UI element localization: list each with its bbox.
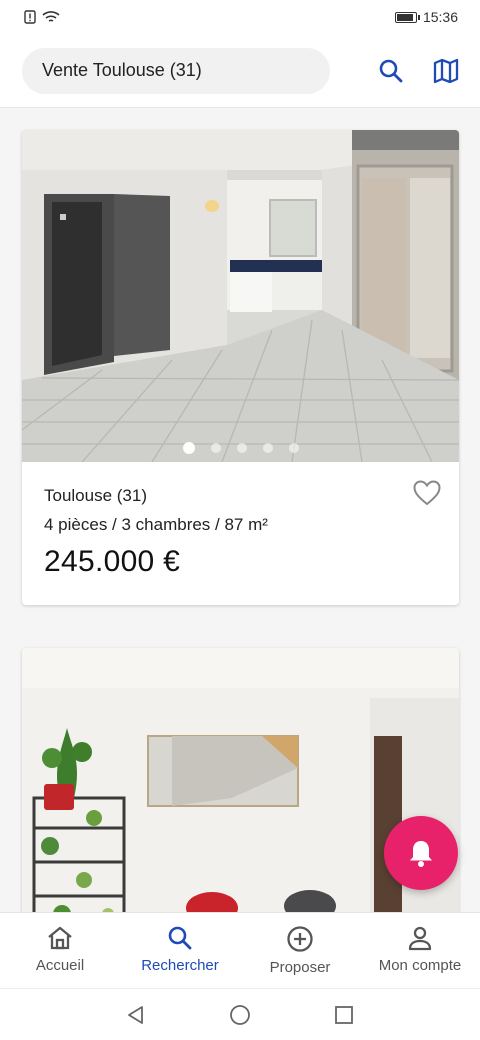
map-icon[interactable] (432, 57, 460, 85)
search-header: Vente Toulouse (31) (0, 34, 480, 108)
nav-label: Mon compte (378, 957, 462, 974)
pagination-dot[interactable] (262, 443, 273, 453)
alert-icon (24, 10, 36, 24)
listing-photo[interactable] (22, 648, 459, 928)
nav-label: Accueil (35, 957, 85, 974)
nav-item-mon-compte[interactable]: Mon compte (360, 913, 480, 988)
pagination-dot[interactable] (210, 443, 221, 453)
recents-icon[interactable] (333, 1004, 355, 1026)
status-icons-right: 15:36 (394, 9, 458, 25)
home-circle-icon[interactable] (229, 1004, 251, 1026)
bell-icon (410, 841, 432, 867)
photo-pagination[interactable] (22, 442, 459, 454)
nav-item-proposer[interactable]: Proposer (240, 913, 360, 988)
system-nav-bar (0, 988, 480, 1040)
apartment-dining-room-photo (22, 648, 459, 928)
pagination-dot[interactable] (182, 442, 195, 454)
battery-icon (394, 11, 420, 23)
nav-label: Proposer (269, 959, 331, 976)
listing-card[interactable] (22, 648, 459, 928)
pagination-dot[interactable] (288, 443, 299, 453)
listing-city: Toulouse (31) (44, 486, 148, 505)
status-icons-left (24, 10, 60, 24)
listing-price: 245.000 € (44, 545, 181, 578)
listing-info: Toulouse (31) 4 pièces / 3 chambres / 87… (22, 462, 459, 579)
create-alert-button[interactable] (384, 816, 458, 890)
listing-specs: 4 pièces / 3 chambres / 87 m² (44, 515, 268, 534)
nav-label: Rechercher (141, 957, 219, 974)
nav-item-accueil[interactable]: Accueil (0, 913, 120, 988)
search-icon (168, 926, 192, 950)
plus-circle-icon (287, 926, 313, 952)
search-field[interactable]: Vente Toulouse (31) (22, 47, 330, 94)
apartment-living-room-photo (22, 130, 459, 462)
status-bar: 15:36 (0, 0, 480, 34)
back-icon[interactable] (125, 1004, 147, 1026)
listing-photo[interactable] (22, 130, 459, 462)
home-icon (48, 926, 72, 950)
listing-card[interactable]: Toulouse (31) 4 pièces / 3 chambres / 87… (22, 130, 459, 605)
header-actions (378, 57, 464, 85)
search-icon[interactable] (378, 58, 404, 84)
pagination-dot[interactable] (236, 443, 247, 453)
search-query: Vente Toulouse (31) (42, 60, 202, 80)
person-icon (408, 926, 432, 951)
status-time: 15:36 (422, 9, 458, 25)
nav-item-rechercher[interactable]: Rechercher (120, 913, 240, 988)
wifi-icon (42, 11, 60, 22)
heart-icon[interactable] (413, 480, 441, 506)
bottom-nav: Accueil Rechercher Proposer Mon compte (0, 912, 480, 988)
